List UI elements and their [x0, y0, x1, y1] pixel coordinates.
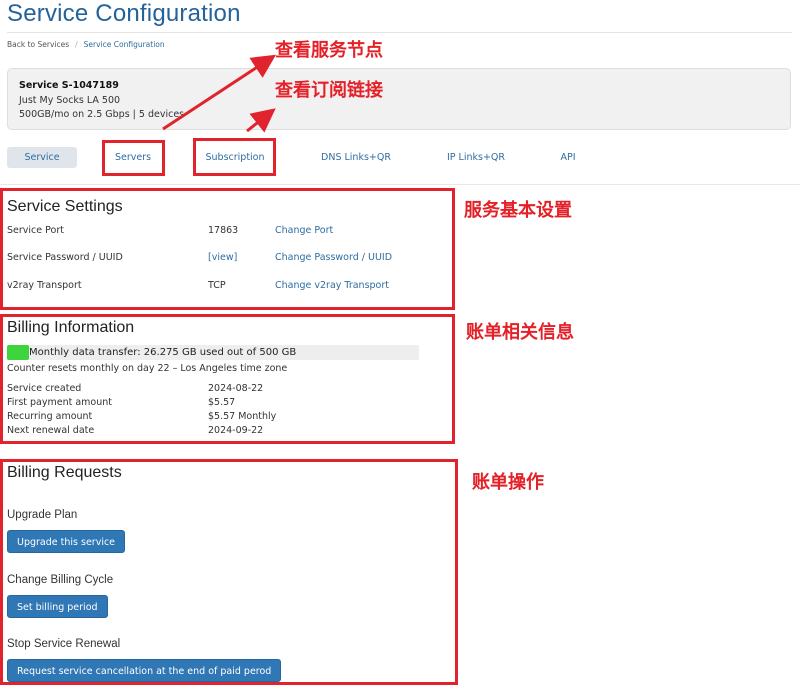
service-specs: 500GB/mo on 2.5 Gbps | 5 devices: [19, 109, 185, 120]
service-plan: Just My Socks LA 500: [19, 95, 121, 106]
tab-ip-links-qr[interactable]: IP Links+QR: [438, 147, 514, 168]
annotation-servers: 查看服务节点: [275, 40, 383, 61]
page-title: Service Configuration: [7, 0, 241, 27]
tabs-divider: [0, 184, 800, 185]
subscription-highlight-box: [193, 138, 276, 176]
service-summary-card: Service S-1047189 Just My Socks LA 500 5…: [7, 68, 791, 130]
servers-highlight-box: [102, 140, 165, 176]
tab-api[interactable]: API: [552, 147, 584, 168]
breadcrumb-back-link[interactable]: Back to Services: [7, 40, 69, 49]
annotation-subscription: 查看订阅链接: [275, 80, 383, 101]
billing-info-highlight-box: [0, 314, 455, 444]
breadcrumb-separator: /: [75, 40, 78, 49]
title-divider: [7, 32, 792, 33]
breadcrumb-current: Service Configuration: [83, 40, 165, 49]
annotation-settings: 服务基本设置: [464, 200, 572, 221]
billing-requests-highlight-box: [0, 459, 458, 685]
annotation-billing: 账单相关信息: [466, 322, 574, 343]
tab-service[interactable]: Service: [7, 147, 77, 168]
tab-dns-links-qr[interactable]: DNS Links+QR: [312, 147, 400, 168]
annotation-requests: 账单操作: [472, 472, 544, 493]
service-title: Service S-1047189: [19, 80, 119, 91]
breadcrumb: Back to Services / Service Configuration: [7, 40, 165, 49]
service-settings-highlight-box: [0, 188, 455, 310]
